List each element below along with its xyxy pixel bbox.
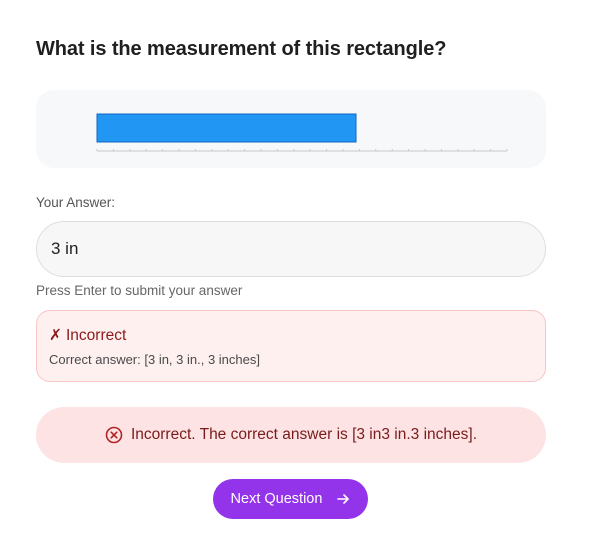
answer-input[interactable] xyxy=(36,221,546,277)
submit-hint: Press Enter to submit your answer xyxy=(36,283,243,298)
arrow-right-icon xyxy=(336,492,350,506)
answer-label: Your Answer: xyxy=(36,195,116,210)
correct-answer-text: Correct answer: [3 in, 3 in., 3 inches] xyxy=(49,352,260,367)
rectangle-figure xyxy=(96,113,508,152)
feedback-status-text: Incorrect xyxy=(66,327,127,344)
quiz-page: What is the measurement of this rectangl… xyxy=(0,0,589,539)
circle-x-icon xyxy=(105,426,123,444)
next-question-button[interactable]: Next Question xyxy=(213,479,368,519)
feedback-status: ✗ Incorrect xyxy=(49,326,126,345)
alert-message: Incorrect. The correct answer is [3 in3 … xyxy=(130,426,478,443)
measured-rectangle xyxy=(96,113,357,143)
incorrect-alert: Incorrect. The correct answer is [3 in3 … xyxy=(36,407,546,463)
next-question-label: Next Question xyxy=(230,491,323,507)
ruler xyxy=(96,149,508,152)
x-mark-icon: ✗ xyxy=(49,327,62,344)
figure-card xyxy=(36,90,546,168)
feedback-box: ✗ Incorrect Correct answer: [3 in, 3 in.,… xyxy=(36,310,546,382)
question-title: What is the measurement of this rectangl… xyxy=(36,38,447,60)
